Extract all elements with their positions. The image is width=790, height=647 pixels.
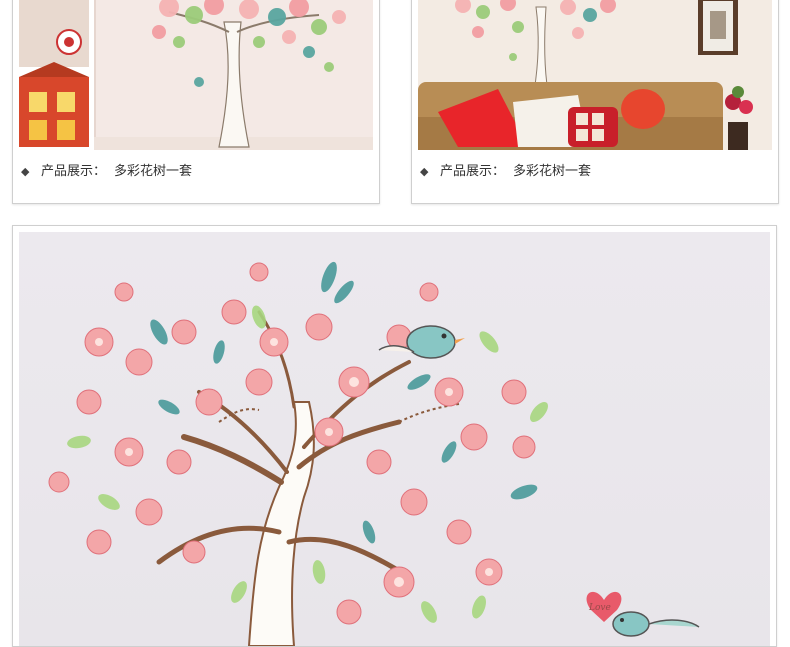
diamond-bullet-icon: ◆ bbox=[21, 165, 30, 178]
product-card-right: ◆ 产品展示： 多彩花树一套 bbox=[411, 0, 779, 204]
diamond-bullet-icon: ◆ bbox=[420, 165, 429, 178]
product-card-left: ◆ 产品展示： 多彩花树一套 bbox=[12, 0, 380, 204]
product-detail-card: Love bbox=[12, 225, 777, 647]
product-photo-left bbox=[19, 0, 373, 150]
product-caption-left: ◆ 产品展示： 多彩花树一套 bbox=[21, 163, 192, 181]
caption-label: 产品展示： bbox=[41, 164, 107, 179]
product-photo-right bbox=[418, 0, 772, 150]
living-room-sofa-illustration bbox=[418, 0, 772, 150]
colorful-tree-decal-photo: Love bbox=[19, 232, 770, 646]
room-with-tree-illustration bbox=[19, 0, 373, 150]
caption-label: 产品展示： bbox=[440, 164, 506, 179]
product-caption-right: ◆ 产品展示： 多彩花树一套 bbox=[420, 163, 591, 181]
small-bird-icon bbox=[612, 611, 700, 637]
love-text: Love bbox=[588, 603, 611, 613]
blossom-tree-illustration: Love bbox=[48, 261, 700, 646]
caption-value: 多彩花树一套 bbox=[513, 164, 592, 179]
caption-value: 多彩花树一套 bbox=[114, 164, 193, 179]
